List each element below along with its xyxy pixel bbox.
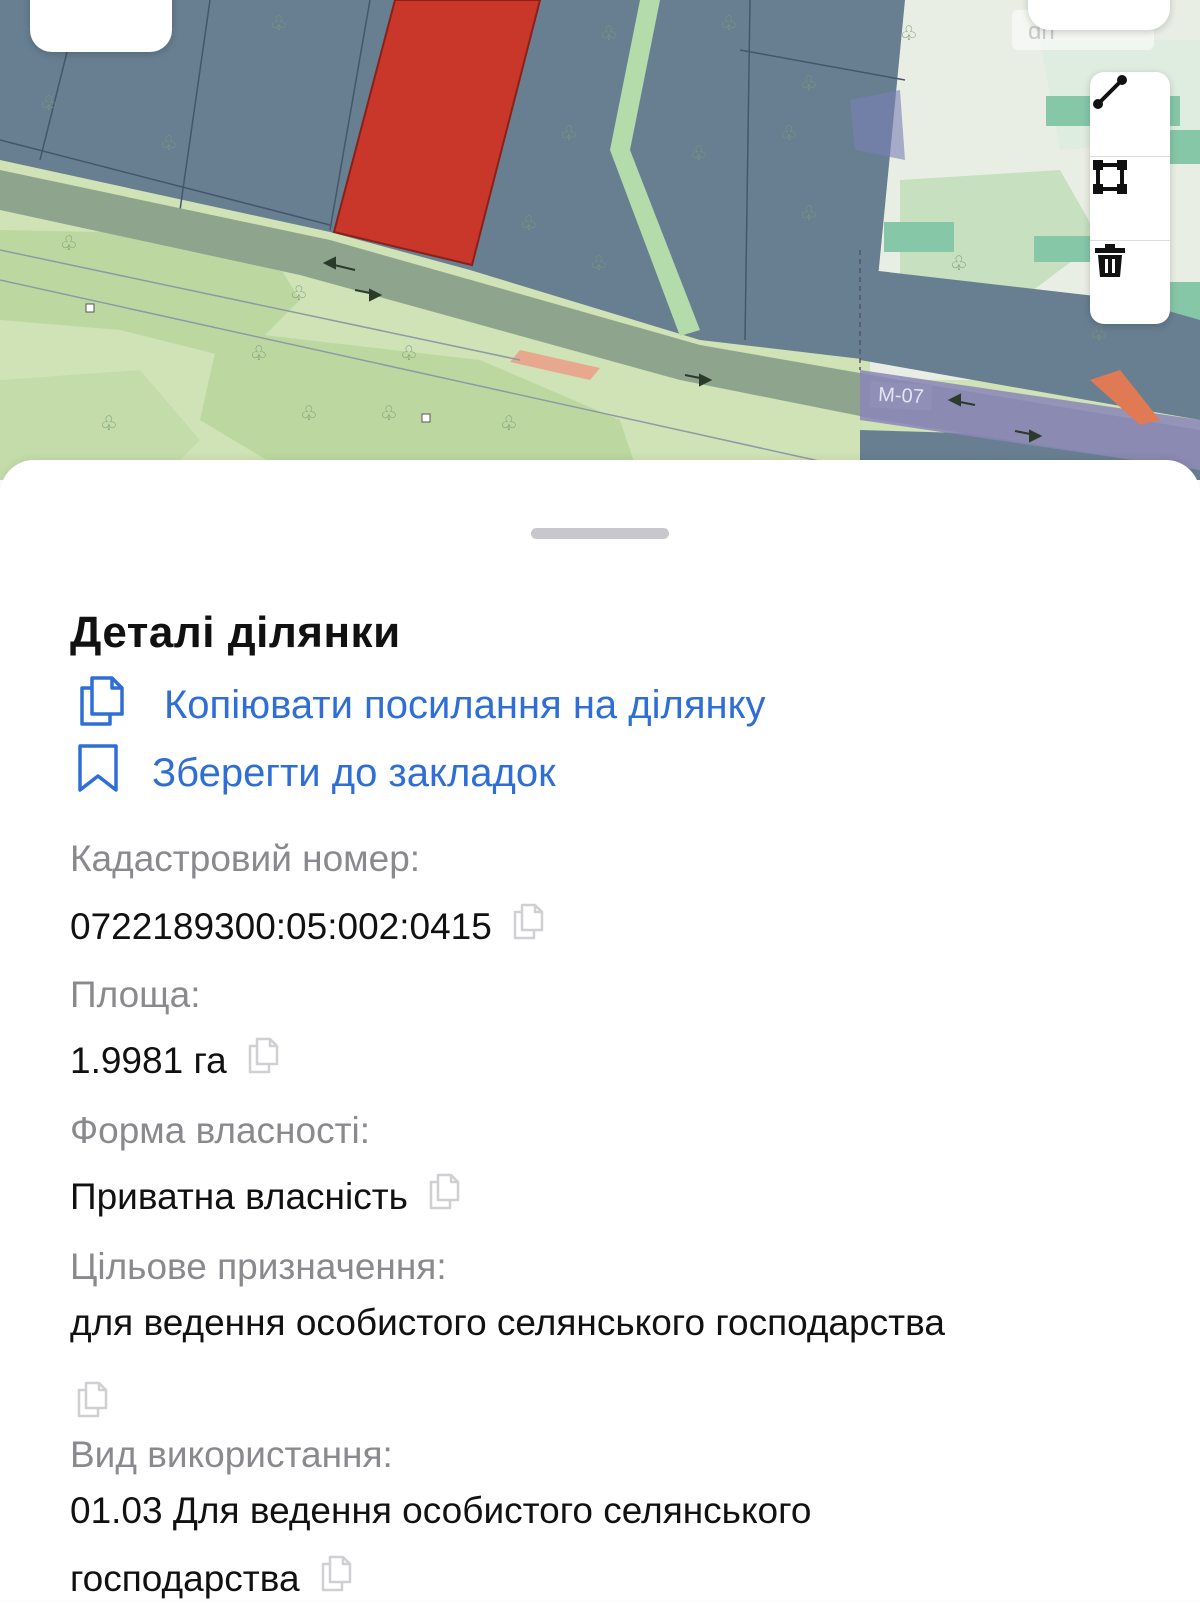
cadastral-number-label: Кадастровий номер: xyxy=(70,838,421,879)
svg-text:♧: ♧ xyxy=(290,281,308,305)
map-view[interactable]: ♧ ♧ ♧ ♧ ♧ ♧ ♧ ♧ ♧ ♧ ♧ ♧ ♧ ♧ ♧ ♧ ♧ ♧ ♧ ♧ ♧ ♧ ♧ dn M-07 xyxy=(0,0,1200,480)
copy-cadastral-icon[interactable] xyxy=(510,902,546,951)
svg-text:♧: ♧ xyxy=(400,341,418,365)
svg-text:♧: ♧ xyxy=(60,231,78,255)
save-bookmark-button[interactable]: Зберегти до закладок xyxy=(74,742,556,804)
purpose-value: для ведення особистого селянського госпо… xyxy=(70,1302,945,1343)
area-value: 1.9981 га xyxy=(70,1039,227,1081)
svg-text:♧: ♧ xyxy=(250,341,268,365)
svg-text:♧: ♧ xyxy=(160,131,178,155)
area-label: Площа: xyxy=(70,974,201,1015)
measure-area-button[interactable] xyxy=(1090,156,1170,241)
copy-purpose-icon[interactable] xyxy=(74,1380,110,1425)
polygon-icon xyxy=(1093,160,1127,194)
map-tools-panel xyxy=(1090,72,1170,324)
svg-text:♧: ♧ xyxy=(800,201,818,225)
svg-text:♧: ♧ xyxy=(520,211,538,235)
svg-text:♧: ♧ xyxy=(720,11,738,35)
trash-icon xyxy=(1095,244,1125,277)
sheet-title: Деталі ділянки xyxy=(70,608,401,657)
ownership-row: Приватна власність xyxy=(70,1172,462,1221)
bookmark-icon xyxy=(1106,0,1150,4)
svg-text:♧: ♧ xyxy=(100,411,118,435)
svg-text:♧: ♧ xyxy=(270,11,288,35)
copy-link-label: Копіювати посилання на ділянку xyxy=(164,682,766,727)
ruler-icon xyxy=(1093,75,1127,109)
copy-link-button[interactable]: Копіювати посилання на ділянку xyxy=(74,672,766,738)
svg-text:♧: ♧ xyxy=(500,411,518,435)
svg-text:♧: ♧ xyxy=(780,121,798,145)
svg-text:♧: ♧ xyxy=(950,251,968,275)
svg-text:♧: ♧ xyxy=(800,71,818,95)
usage-value-line2-row: господарства xyxy=(70,1554,354,1603)
parcel-details-sheet: Деталі ділянки Копіювати посилання на ді… xyxy=(0,460,1200,1600)
svg-text:♧: ♧ xyxy=(900,21,918,45)
ownership-value: Приватна власність xyxy=(70,1175,408,1217)
copy-ownership-icon[interactable] xyxy=(426,1172,462,1221)
cadastral-number-value: 0722189300:05:002:0415 xyxy=(70,905,492,947)
sheet-drag-handle[interactable] xyxy=(531,528,669,539)
bookmark-outline-icon xyxy=(74,742,122,804)
svg-text:♧: ♧ xyxy=(560,121,578,145)
bookmark-map-button[interactable] xyxy=(1028,0,1170,30)
ownership-label: Форма власності: xyxy=(70,1110,371,1151)
copy-usage-icon[interactable] xyxy=(318,1554,354,1603)
purpose-label: Цільове призначення: xyxy=(70,1246,447,1287)
copy-area-icon[interactable] xyxy=(245,1036,281,1085)
svg-text:♧: ♧ xyxy=(40,91,58,115)
svg-text:♧: ♧ xyxy=(380,401,398,425)
svg-text:♧: ♧ xyxy=(690,141,708,165)
usage-value-line2: господарства xyxy=(70,1557,300,1599)
svg-text:♧: ♧ xyxy=(590,251,608,275)
layers-icon xyxy=(102,0,146,4)
measure-distance-button[interactable] xyxy=(1090,72,1170,156)
svg-text:♧: ♧ xyxy=(600,21,618,45)
road-label: M-07 xyxy=(869,381,933,411)
usage-value-line1: 01.03 Для ведення особистого селянського xyxy=(70,1490,812,1531)
svg-text:♧: ♧ xyxy=(300,401,318,425)
layers-button[interactable] xyxy=(30,0,172,52)
usage-label: Вид використання: xyxy=(70,1434,393,1475)
cadastral-number-row: 0722189300:05:002:0415 xyxy=(70,902,546,951)
copy-icon xyxy=(74,672,130,738)
clear-measure-button[interactable] xyxy=(1090,240,1170,325)
area-row: 1.9981 га xyxy=(70,1036,281,1085)
save-bookmark-label: Зберегти до закладок xyxy=(152,750,556,795)
map-canvas[interactable]: ♧♧♧ ♧♧♧ ♧♧♧ ♧♧♧ ♧♧♧ ♧♧ ♧ ♧♧♧ ♧♧ xyxy=(0,0,1200,480)
